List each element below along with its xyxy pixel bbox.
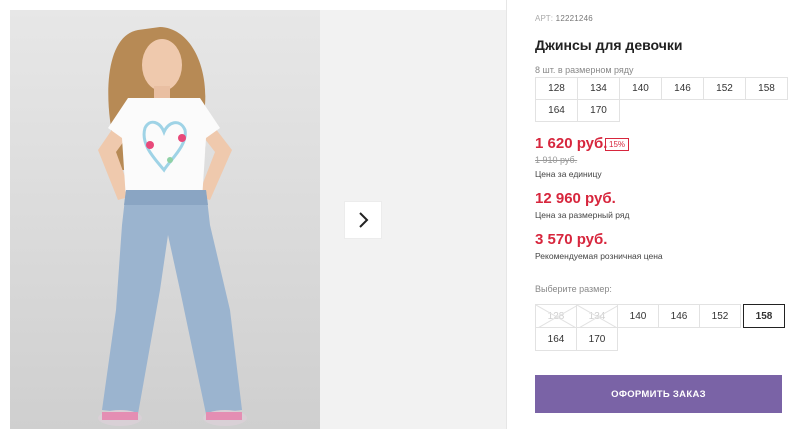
- size-option-170[interactable]: 170: [576, 327, 618, 351]
- article-label: АРТ:: [535, 14, 554, 23]
- size-option-134: 134: [576, 304, 618, 328]
- size-row-cell: 134: [577, 77, 620, 100]
- size-picker: 128 134 140 146 152 158 164 170: [535, 304, 787, 352]
- size-row-cell: 128: [535, 77, 578, 100]
- article-number: АРТ: 12221246: [535, 14, 593, 23]
- chevron-right-icon: [359, 212, 369, 228]
- row-price: 12 960 руб.: [535, 190, 616, 207]
- size-option-label: 164: [547, 333, 565, 345]
- size-option-label: 170: [588, 333, 606, 345]
- row-price-caption: Цена за размерный ряд: [535, 210, 630, 220]
- panel-divider: [506, 0, 507, 429]
- pieces-in-row-note: 8 шт. в размерном ряду: [535, 65, 634, 75]
- product-title: Джинсы для девочки: [535, 37, 683, 53]
- size-row-cell: 152: [703, 77, 746, 100]
- size-option-128: 128: [535, 304, 577, 328]
- size-option-164[interactable]: 164: [535, 327, 577, 351]
- old-price: 1 910 руб.: [535, 155, 578, 165]
- size-option-label: 140: [629, 310, 647, 322]
- product-photo[interactable]: [10, 10, 320, 429]
- article-value: 12221246: [555, 14, 593, 23]
- size-row-cell: 170: [577, 99, 620, 122]
- size-row-grid: 128 134 140 146 152 158 164 170: [535, 77, 788, 122]
- unit-price-caption: Цена за единицу: [535, 169, 602, 179]
- choose-size-label: Выберите размер:: [535, 284, 612, 294]
- product-gallery: [10, 10, 506, 429]
- size-option-158[interactable]: 158: [743, 304, 785, 328]
- size-row-cell: 146: [661, 77, 704, 100]
- size-option-label: 152: [711, 310, 729, 322]
- place-order-button[interactable]: ОФОРМИТЬ ЗАКАЗ: [535, 375, 782, 413]
- size-option-146[interactable]: 146: [658, 304, 700, 328]
- size-row-cell: 164: [535, 99, 578, 122]
- girl-in-jeans-illustration: [98, 27, 247, 426]
- unavailable-cross-icon: [536, 305, 576, 327]
- retail-price: 3 570 руб.: [535, 231, 608, 248]
- size-option-label: 158: [755, 310, 773, 322]
- retail-price-caption: Рекомендуемая розничная цена: [535, 251, 663, 261]
- size-option-140[interactable]: 140: [617, 304, 659, 328]
- next-image-button[interactable]: [344, 201, 382, 239]
- size-row-cell: 140: [619, 77, 662, 100]
- size-option-152[interactable]: 152: [699, 304, 741, 328]
- size-row-cell: 158: [745, 77, 788, 100]
- discount-badge: 15%: [605, 138, 630, 151]
- unavailable-cross-icon: [577, 305, 617, 327]
- unit-price: 1 620 руб.: [535, 135, 608, 152]
- size-option-label: 146: [670, 310, 688, 322]
